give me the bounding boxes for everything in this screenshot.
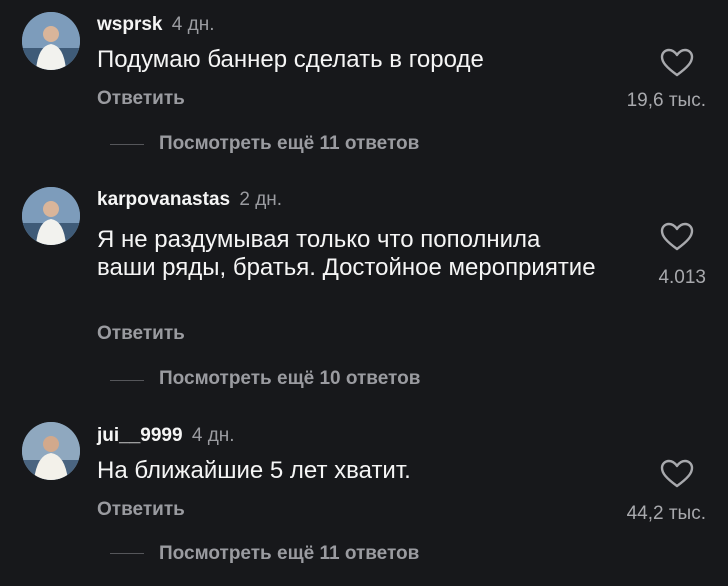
view-replies-button[interactable]: Посмотреть ещё 10 ответов	[159, 367, 420, 391]
view-replies-button[interactable]: Посмотреть ещё 11 ответов	[159, 132, 419, 156]
comment-text: Я не раздумывая только что пополнила ваш…	[97, 226, 596, 281]
heart-outline-icon[interactable]	[660, 222, 694, 252]
divider-line	[110, 144, 144, 145]
comment-meta: jui__9999 4 дн.	[97, 424, 235, 448]
comment-text: На ближайшие 5 лет хватит.	[97, 457, 411, 484]
avatar[interactable]	[22, 187, 80, 245]
view-replies-button[interactable]: Посмотреть ещё 11 ответов	[159, 542, 419, 566]
reply-button[interactable]: Ответить	[97, 498, 185, 522]
username-link[interactable]: karpovanastas	[97, 189, 230, 210]
comment-time: 4 дн.	[191, 425, 235, 446]
comment-time: 2 дн.	[239, 189, 283, 210]
username-link[interactable]: wsprsk	[97, 14, 162, 35]
like-count: 19,6 тыс.	[626, 90, 706, 111]
divider-line	[110, 380, 144, 381]
avatar[interactable]	[22, 12, 80, 70]
like-count: 44,2 тыс.	[626, 503, 706, 524]
avatar[interactable]	[22, 422, 80, 480]
heart-outline-icon[interactable]	[660, 459, 694, 489]
comment-meta: karpovanastas 2 дн.	[97, 188, 282, 212]
divider-line	[110, 553, 144, 554]
comment-time: 4 дн.	[171, 14, 215, 35]
reply-button[interactable]: Ответить	[97, 87, 185, 111]
like-count: 4.013	[658, 267, 706, 288]
username-link[interactable]: jui__9999	[97, 425, 183, 446]
comment-meta: wsprsk 4 дн.	[97, 13, 214, 37]
heart-outline-icon[interactable]	[660, 48, 694, 78]
comment-text: Подумаю баннер сделать в городе	[97, 46, 484, 73]
reply-button[interactable]: Ответить	[97, 322, 185, 346]
